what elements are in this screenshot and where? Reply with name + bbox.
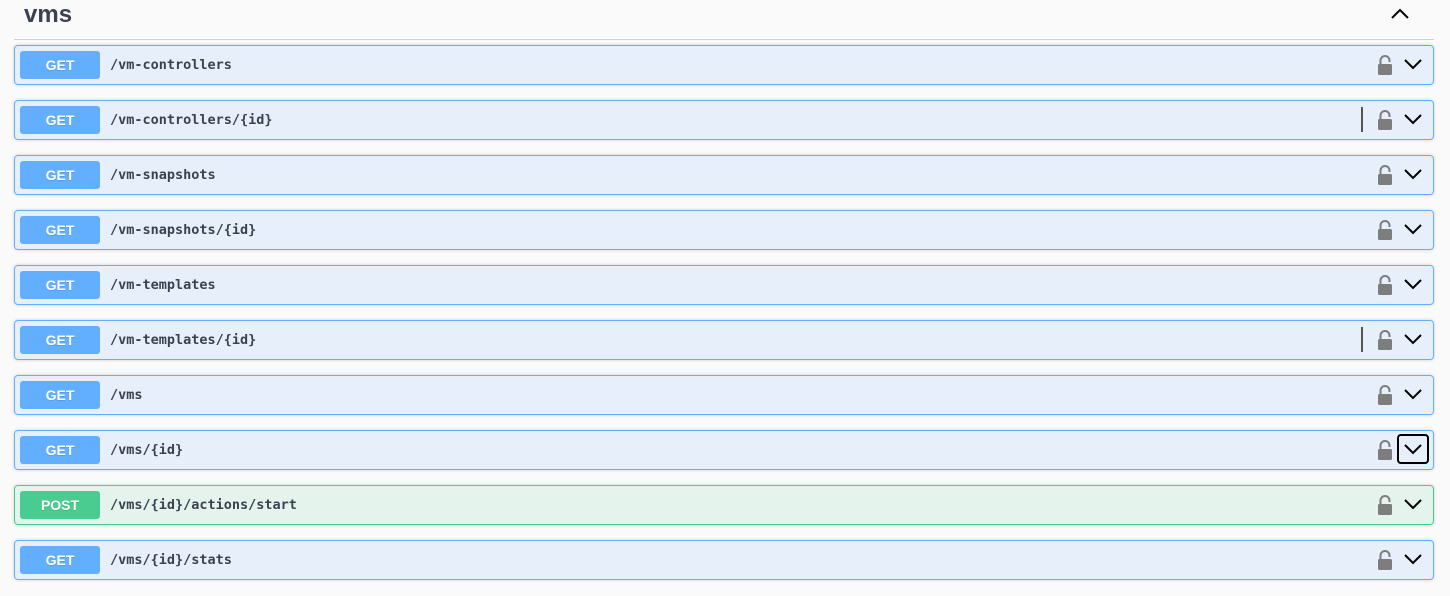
operation-path: /vms [110, 387, 143, 403]
operation-row[interactable]: GET /vm-snapshots [14, 155, 1434, 195]
section-header[interactable]: vms [14, 0, 1434, 40]
chevron-down-icon[interactable] [1397, 324, 1429, 354]
operation-row[interactable]: GET /vms/{id}/stats [14, 540, 1434, 580]
method-badge: GET [20, 51, 100, 79]
operation-row[interactable]: GET /vm-snapshots/{id} [14, 210, 1434, 250]
lock-icon[interactable] [1377, 329, 1393, 351]
operation-row[interactable]: POST /vms/{id}/actions/start [14, 485, 1434, 525]
divider [1361, 327, 1363, 352]
chevron-down-icon[interactable] [1397, 379, 1429, 409]
chevron-down-icon[interactable] [1397, 214, 1429, 244]
operations-list: GET /vm-controllers GET /vm-controllers/… [14, 45, 1434, 595]
chevron-down-icon[interactable] [1397, 159, 1429, 189]
chevron-down-icon[interactable] [1397, 49, 1429, 79]
method-badge: GET [20, 271, 100, 299]
chevron-down-icon[interactable] [1397, 104, 1429, 134]
chevron-down-icon[interactable] [1397, 489, 1429, 519]
operation-row[interactable]: GET /vm-templates [14, 265, 1434, 305]
operation-path: /vms/{id}/stats [110, 552, 232, 568]
operation-path: /vm-templates [110, 277, 216, 293]
method-badge: GET [20, 326, 100, 354]
lock-icon[interactable] [1377, 274, 1393, 296]
lock-icon[interactable] [1377, 549, 1393, 571]
method-badge: GET [20, 436, 100, 464]
method-badge: GET [20, 161, 100, 189]
lock-icon[interactable] [1377, 384, 1393, 406]
operation-row[interactable]: GET /vm-templates/{id} [14, 320, 1434, 360]
divider [1361, 107, 1363, 132]
lock-icon[interactable] [1377, 439, 1393, 461]
operation-path: /vms/{id} [110, 442, 184, 458]
operation-path: /vm-templates/{id} [110, 332, 257, 348]
chevron-up-icon[interactable] [1388, 4, 1412, 24]
vms-section: vms GET /vm-controllers GET /vm-controll… [0, 0, 1450, 596]
lock-icon[interactable] [1377, 109, 1393, 131]
method-badge: POST [20, 491, 100, 519]
method-badge: GET [20, 216, 100, 244]
lock-icon[interactable] [1377, 54, 1393, 76]
method-badge: GET [20, 546, 100, 574]
operation-path: /vms/{id}/actions/start [110, 497, 297, 513]
lock-icon[interactable] [1377, 494, 1393, 516]
lock-icon[interactable] [1377, 219, 1393, 241]
section-title[interactable]: vms [24, 1, 72, 29]
operation-path: /vm-snapshots [110, 167, 216, 183]
chevron-down-icon[interactable] [1397, 434, 1429, 464]
operation-row[interactable]: GET /vm-controllers [14, 45, 1434, 85]
operation-row[interactable]: GET /vm-controllers/{id} [14, 100, 1434, 140]
operation-path: /vm-snapshots/{id} [110, 222, 257, 238]
chevron-down-icon[interactable] [1397, 269, 1429, 299]
chevron-down-icon[interactable] [1397, 544, 1429, 574]
operation-path: /vm-controllers [110, 57, 232, 73]
operation-row[interactable]: GET /vms/{id} [14, 430, 1434, 470]
operation-row[interactable]: GET /vms [14, 375, 1434, 415]
method-badge: GET [20, 381, 100, 409]
operation-path: /vm-controllers/{id} [110, 112, 273, 128]
lock-icon[interactable] [1377, 164, 1393, 186]
method-badge: GET [20, 106, 100, 134]
